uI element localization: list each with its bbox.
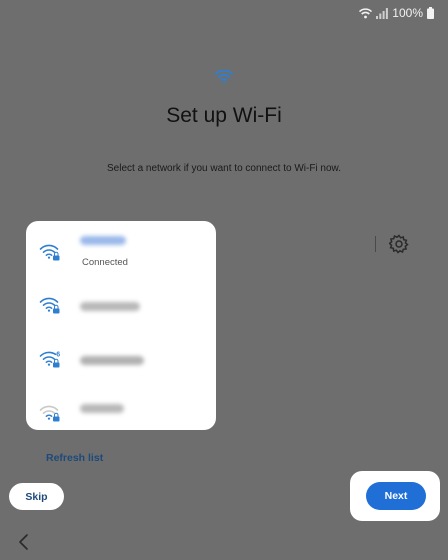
network-name-redacted	[80, 236, 126, 245]
signal-icon	[376, 7, 389, 19]
network-name-redacted	[80, 302, 140, 311]
gear-icon[interactable]	[388, 234, 409, 254]
battery-icon	[427, 7, 434, 19]
battery-percent: 100%	[392, 6, 423, 20]
status-bar: 100%	[359, 6, 434, 20]
refresh-list-link[interactable]: Refresh list	[46, 452, 103, 464]
divider	[375, 236, 376, 252]
network-item[interactable]: Connected	[26, 231, 216, 275]
network-list: Connected 6	[26, 221, 216, 430]
page-subtitle: Select a network if you want to connect …	[107, 163, 341, 174]
wifi-secured-icon	[39, 296, 61, 316]
network-name-redacted	[80, 404, 124, 413]
page-title: Set up Wi-Fi	[166, 104, 282, 127]
svg-text:6: 6	[56, 352, 60, 359]
wifi-weak-secured-icon	[39, 404, 61, 424]
wifi-secured-icon	[39, 243, 61, 263]
network-name-redacted	[80, 356, 144, 365]
next-button-container: Next	[350, 471, 440, 521]
wifi-icon	[214, 68, 234, 84]
back-icon[interactable]	[16, 533, 32, 551]
wifi6-secured-icon: 6	[39, 350, 61, 370]
skip-button[interactable]: Skip	[9, 483, 64, 510]
network-item[interactable]	[26, 392, 216, 436]
network-item[interactable]: 6	[26, 338, 216, 382]
next-button[interactable]: Next	[366, 482, 426, 510]
network-item[interactable]	[26, 284, 216, 328]
wifi-icon	[359, 7, 373, 19]
network-status: Connected	[82, 257, 128, 268]
